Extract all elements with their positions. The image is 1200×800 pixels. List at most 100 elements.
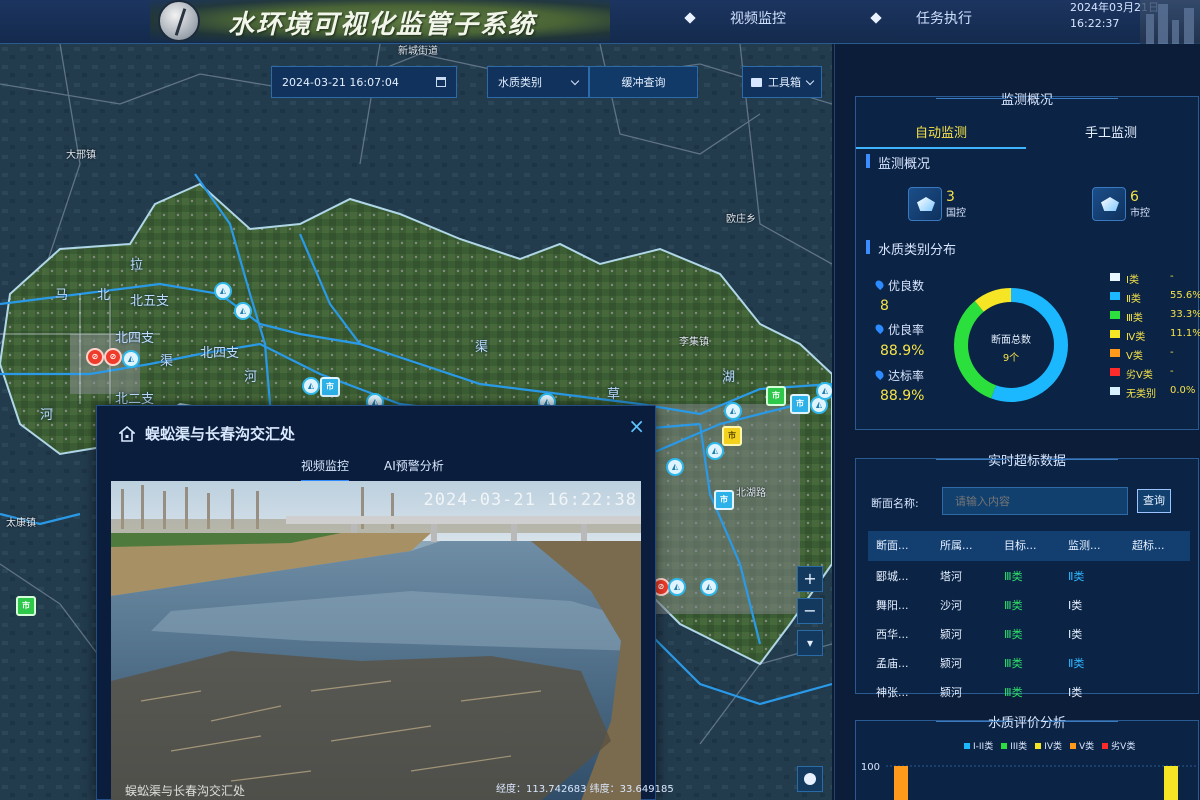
city-station-marker[interactable]: 市 — [790, 394, 810, 414]
diamond-icon — [870, 12, 882, 24]
place-label: 李集镇 — [679, 337, 709, 348]
buffer-query-button[interactable]: 缓冲查询 — [589, 66, 698, 98]
bar[interactable] — [894, 766, 908, 800]
city-station-marker[interactable]: 市 — [320, 377, 340, 397]
cell-river: 沙河 — [940, 599, 962, 612]
legend-item: Ⅴ类 - — [1110, 347, 1200, 362]
skyline-decoration — [1140, 0, 1200, 44]
pentagon-gem-icon — [908, 187, 942, 221]
tab-video-monitor[interactable]: 视频监控 — [301, 457, 350, 482]
canal-label: 河 — [244, 370, 258, 385]
globe-button[interactable] — [797, 766, 823, 792]
national-station-marker[interactable]: 市 — [766, 386, 786, 406]
station-marker[interactable]: ◭ — [668, 578, 686, 596]
legend-value: - — [1170, 271, 1174, 282]
legend-item: 无类别 0.0% — [1110, 385, 1200, 400]
cell-section-name: 郾城... — [876, 570, 909, 583]
place-label: 欧庄乡 — [726, 214, 756, 225]
cell-river: 颍河 — [940, 628, 962, 641]
query-button[interactable]: 查询 — [1137, 489, 1171, 513]
station-marker[interactable]: ◭ — [816, 382, 832, 400]
cell-measured-class: Ⅱ类 — [1068, 570, 1085, 583]
video-caption: 蜈蚣渠与长春沟交汇处 — [125, 784, 246, 798]
column-header[interactable]: 超标... — [1124, 531, 1188, 561]
legend-item: Ⅰ类 - — [1110, 271, 1200, 286]
canal-label: 马 — [55, 288, 69, 303]
station-marker[interactable]: ◭ — [214, 282, 232, 300]
legend-name: 无类别 — [1126, 389, 1156, 400]
cell-measured-class: Ⅰ类 — [1068, 599, 1083, 612]
metric-label: 优良率 — [888, 323, 925, 337]
card-title: 实时超标数据 — [856, 450, 1198, 469]
close-icon[interactable]: × — [628, 414, 645, 438]
table-row[interactable]: 西华... 颍河 Ⅲ类 Ⅰ类 — [868, 621, 1190, 649]
search-label: 断面名称: — [871, 497, 919, 510]
canal-label: 草 — [607, 387, 621, 402]
popup-title: 蜈蚣渠与长春沟交汇处 — [145, 425, 296, 443]
video-frame — [111, 481, 641, 800]
city-count: 6 市控 — [1092, 187, 1150, 221]
toolbox-button[interactable]: 工具箱 — [742, 66, 822, 98]
app-title: 水环境可视化监管子系统 — [228, 10, 537, 40]
station-marker[interactable]: ◭ — [724, 402, 742, 420]
cell-exceed — [1124, 592, 1188, 620]
cell-section-name: 神张... — [876, 686, 909, 699]
city-count-value: 6 — [1130, 188, 1139, 205]
nav-video-monitor[interactable]: 视频监控 — [684, 8, 786, 28]
legend-name: Ⅲ类 — [1126, 313, 1143, 324]
compass-button[interactable]: ▾ — [797, 630, 823, 656]
city-station-marker[interactable]: 市 — [714, 490, 734, 510]
table-row[interactable]: 郾城... 塔河 Ⅲ类 Ⅱ类 — [868, 563, 1190, 591]
realtime-card: 实时超标数据 断面名称: 查询 断面... 所属... 目标... 监测... … — [855, 454, 1199, 699]
cell-target-class: Ⅲ类 — [1004, 686, 1023, 699]
column-header[interactable]: 所属... — [932, 531, 996, 561]
column-header[interactable]: 目标... — [996, 531, 1060, 561]
column-header[interactable]: 监测... — [1060, 531, 1124, 561]
station-marker[interactable]: ◭ — [700, 578, 718, 596]
table-row[interactable]: 舞阳... 沙河 Ⅲ类 Ⅰ类 — [868, 592, 1190, 620]
canal-label: 渠 — [475, 340, 489, 355]
alert-marker[interactable]: ⊘ — [86, 348, 104, 366]
canal-label: 北五支 — [130, 294, 170, 309]
donut-center-value: 9个 — [1002, 353, 1020, 364]
alert-marker[interactable]: ⊘ — [104, 348, 122, 366]
video-feed[interactable]: 2024-03-21 16:22:38 蜈蚣渠与长春沟交汇处 — [111, 481, 641, 800]
water-type-label: 水质类别 — [498, 76, 542, 89]
city-station-marker-warning[interactable]: 市 — [722, 426, 742, 446]
tab-manual-monitor[interactable]: 手工监测 — [1026, 122, 1196, 147]
datetime-picker[interactable]: 2024-03-21 16:07:04 — [271, 66, 457, 98]
tab-ai-warning[interactable]: AI预警分析 — [384, 457, 444, 480]
station-marker[interactable]: ◭ — [302, 377, 320, 395]
metric-value: 8 — [880, 298, 889, 314]
water-type-select[interactable]: 水质类别 — [487, 66, 589, 98]
zoom-out-button[interactable]: − — [797, 598, 823, 624]
legend-name: Ⅰ类 — [1126, 275, 1139, 286]
nav-task-execution[interactable]: 任务执行 — [870, 8, 972, 28]
national-station-marker[interactable]: 市 — [16, 596, 36, 616]
legend-value: - — [1170, 366, 1174, 377]
station-marker[interactable]: ◭ — [234, 302, 252, 320]
legend-swatch — [1110, 387, 1120, 395]
legend-value: 11.1% — [1170, 328, 1200, 339]
national-count-label: 国控 — [946, 207, 966, 219]
place-label: 大邢镇 — [66, 150, 96, 161]
bar[interactable] — [1164, 766, 1178, 800]
tab-auto-monitor[interactable]: 自动监测 — [856, 122, 1026, 149]
legend-item: Ⅱ类 55.6% — [1110, 290, 1200, 305]
table-row[interactable]: 孟庙... 颍河 Ⅲ类 Ⅱ类 — [868, 650, 1190, 678]
cell-measured-class: Ⅰ类 — [1068, 628, 1083, 641]
station-marker[interactable]: ◭ — [122, 350, 140, 368]
column-header[interactable]: 断面... — [868, 531, 932, 561]
legend-value: 55.6% — [1170, 290, 1200, 301]
station-marker[interactable]: ◭ — [666, 458, 684, 476]
canal-label: 河 — [40, 408, 54, 423]
cell-target-class: Ⅲ类 — [1004, 628, 1023, 641]
section-search-input[interactable] — [942, 487, 1128, 515]
zoom-in-button[interactable]: + — [797, 566, 823, 592]
station-marker[interactable]: ◭ — [706, 442, 724, 460]
station-popup: 蜈蚣渠与长春沟交汇处 × 视频监控 AI预警分析 2024-03-21 16:2… — [96, 405, 656, 800]
table-row[interactable]: 神张... 颍河 Ⅲ类 Ⅰ类 — [868, 679, 1190, 707]
home-icon — [119, 426, 135, 442]
calendar-icon — [436, 77, 446, 87]
cell-measured-class: Ⅰ类 — [1068, 686, 1083, 699]
